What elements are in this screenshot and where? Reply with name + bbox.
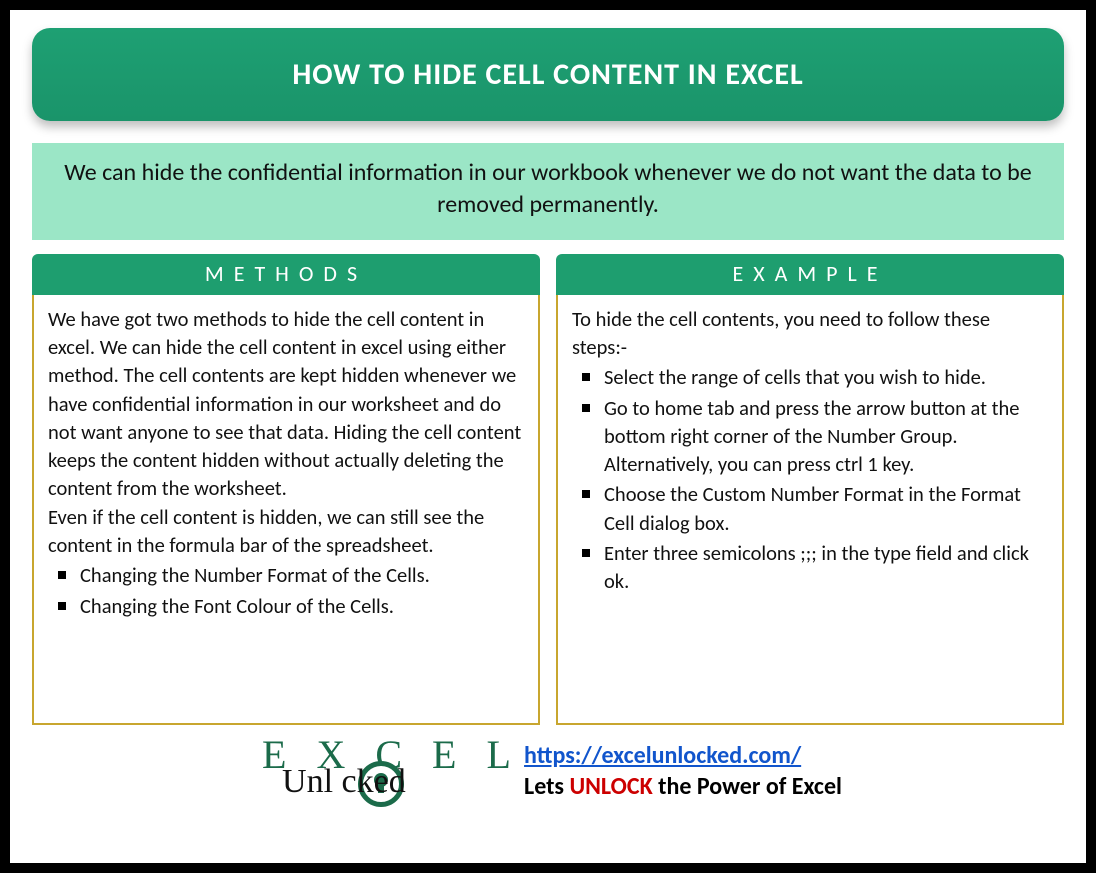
example-body: To hide the cell contents, you need to f… bbox=[556, 295, 1064, 725]
list-item: Changing the Font Colour of the Cells. bbox=[54, 592, 524, 620]
list-item: Changing the Number Format of the Cells. bbox=[54, 561, 524, 589]
methods-paragraph-2: Even if the cell content is hidden, we c… bbox=[48, 503, 524, 560]
footer-text: https://excelunlocked.com/ Lets UNLOCK t… bbox=[524, 740, 842, 802]
example-header: EXAMPLE bbox=[556, 254, 1064, 295]
logo-text-bottom: Unl cked bbox=[282, 763, 406, 801]
list-item: Enter three semicolons ;;; in the type f… bbox=[578, 539, 1048, 596]
list-item: Select the range of cells that you wish … bbox=[578, 363, 1048, 391]
columns-wrapper: METHODS We have got two methods to hide … bbox=[32, 254, 1064, 725]
methods-paragraph-1: We have got two methods to hide the cell… bbox=[48, 305, 524, 503]
list-item: Go to home tab and press the arrow butto… bbox=[578, 394, 1048, 479]
methods-column: METHODS We have got two methods to hide … bbox=[32, 254, 540, 725]
document-frame: HOW TO HIDE CELL CONTENT IN EXCEL We can… bbox=[0, 0, 1096, 873]
footer: E X C E L Unl cked https://excelunlocked… bbox=[32, 733, 1064, 809]
methods-list: Changing the Number Format of the Cells.… bbox=[48, 561, 524, 620]
methods-header: METHODS bbox=[32, 254, 540, 295]
example-intro: To hide the cell contents, you need to f… bbox=[572, 305, 1048, 362]
methods-body: We have got two methods to hide the cell… bbox=[32, 295, 540, 725]
tagline-post: the Power of Excel bbox=[653, 772, 842, 801]
tagline-highlight: UNLOCK bbox=[569, 772, 652, 801]
intro-box: We can hide the confidential information… bbox=[32, 143, 1064, 240]
footer-link[interactable]: https://excelunlocked.com/ bbox=[524, 741, 801, 770]
tagline-pre: Lets bbox=[524, 772, 569, 801]
list-item: Choose the Custom Number Format in the F… bbox=[578, 480, 1048, 537]
example-list: Select the range of cells that you wish … bbox=[572, 363, 1048, 595]
page-title: HOW TO HIDE CELL CONTENT IN EXCEL bbox=[42, 56, 1054, 93]
example-column: EXAMPLE To hide the cell contents, you n… bbox=[556, 254, 1064, 725]
excel-unlocked-logo: E X C E L Unl cked bbox=[254, 733, 484, 809]
title-banner: HOW TO HIDE CELL CONTENT IN EXCEL bbox=[32, 28, 1064, 121]
